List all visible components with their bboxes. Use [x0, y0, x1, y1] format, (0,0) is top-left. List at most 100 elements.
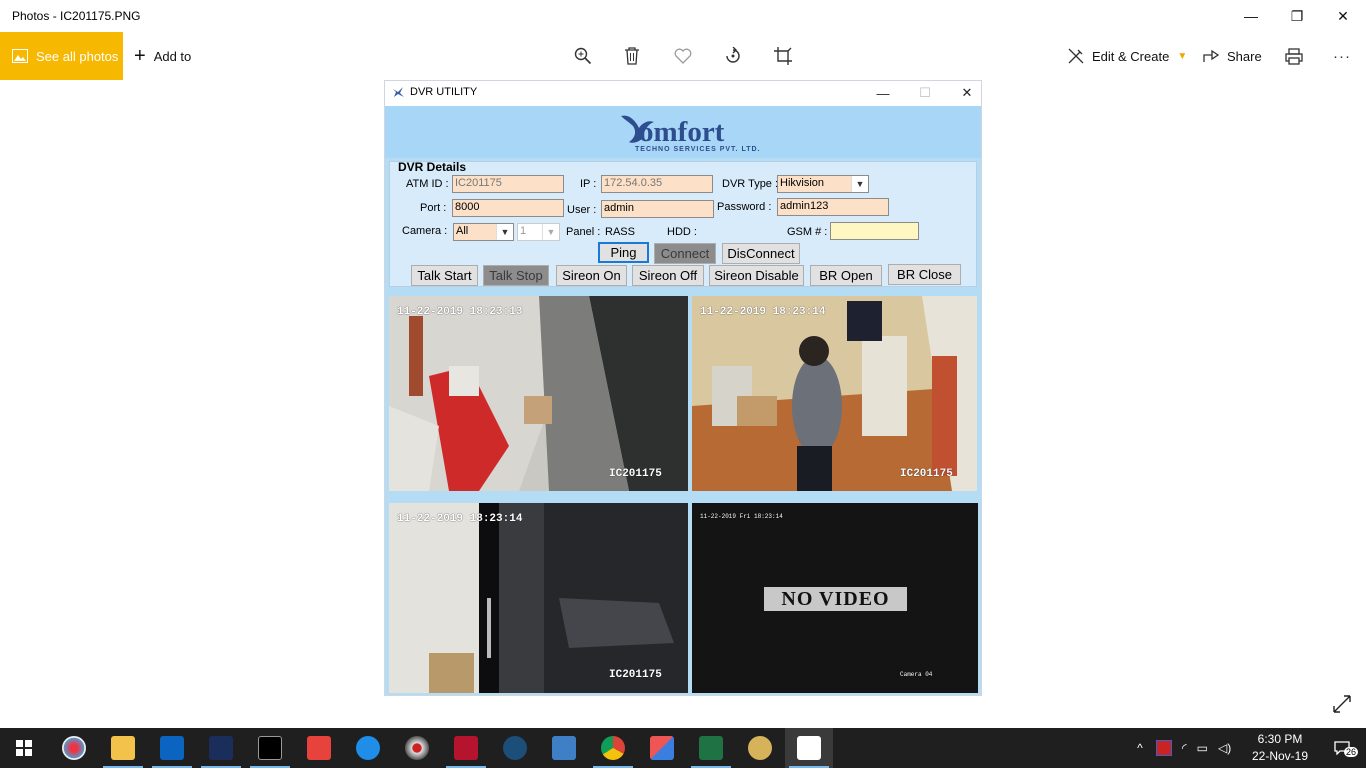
- battery-icon[interactable]: ▭: [1197, 741, 1208, 755]
- crop-icon[interactable]: [771, 44, 795, 68]
- full-screen-icon[interactable]: [1332, 694, 1352, 714]
- share-label: Share: [1227, 48, 1262, 64]
- talk-stop-button[interactable]: Talk Stop: [483, 265, 549, 286]
- dvr-type-select[interactable]: Hikvision ▼: [777, 175, 869, 193]
- taskbar-comfort-app[interactable]: [197, 728, 245, 768]
- taskbar: ^ ◜ ▭ ◁) 6:30 PM 22-Nov-19 26: [0, 728, 1366, 768]
- connect-button[interactable]: Connect: [654, 243, 716, 264]
- camera-1-image: [389, 296, 688, 491]
- panel-value: RASS: [605, 226, 635, 238]
- zoom-icon[interactable]: [571, 44, 595, 68]
- taskbar-clock[interactable]: 6:30 PM 22-Nov-19: [1244, 731, 1316, 765]
- favorite-icon[interactable]: [671, 44, 695, 68]
- taskbar-photos[interactable]: [785, 728, 833, 768]
- taskbar-eye-app[interactable]: [393, 728, 441, 768]
- volume-icon[interactable]: ◁): [1218, 741, 1231, 755]
- hdd-label: HDD :: [667, 226, 697, 238]
- comfort-logo: omfort TECHNO SERVICES PVT. LTD.: [619, 108, 769, 156]
- taskbar-outlook[interactable]: [148, 728, 196, 768]
- camera-feed-3[interactable]: 11-22-2019 18:23:14 IC201175: [389, 503, 688, 693]
- taskbar-command-prompt[interactable]: [246, 728, 294, 768]
- dvr-close-button[interactable]: ✕: [955, 83, 979, 103]
- dvr-maximize-button: ☐: [919, 85, 931, 100]
- taskbar-paint-app[interactable]: [50, 728, 98, 768]
- taskbar-chrome[interactable]: [589, 728, 637, 768]
- close-button[interactable]: ✕: [1320, 0, 1366, 32]
- camera-3-timestamp: 11-22-2019 18:23:14: [397, 513, 523, 525]
- dvr-details-title: DVR Details: [398, 160, 467, 174]
- dvr-minimize-button[interactable]: —: [871, 83, 895, 103]
- paint3d-icon: [748, 736, 772, 760]
- see-all-photos-button[interactable]: See all photos: [0, 32, 123, 80]
- photos-title-bar: Photos - IC201175.PNG — ❐ ✕: [0, 0, 1366, 32]
- internet-explorer-icon: [356, 736, 380, 760]
- chevron-down-icon: ▼: [1177, 50, 1188, 62]
- taskbar-anydesk[interactable]: [295, 728, 343, 768]
- chevron-up-icon[interactable]: ^: [1132, 741, 1148, 755]
- taskbar-app-16[interactable]: [442, 728, 490, 768]
- talk-start-button[interactable]: Talk Start: [411, 265, 478, 286]
- camera-4-label: Camera 04: [900, 671, 933, 678]
- camera-select[interactable]: All ▼: [453, 223, 514, 241]
- restore-button[interactable]: ❐: [1274, 0, 1320, 32]
- disconnect-button[interactable]: DisConnect: [722, 243, 800, 264]
- no-video-badge: NO VIDEO: [764, 587, 907, 611]
- camera-feed-1[interactable]: 11-22-2019 18:23:13 IC201175: [389, 296, 688, 491]
- folder-icon: [111, 736, 135, 760]
- password-field[interactable]: admin123: [777, 198, 889, 216]
- camera-number-value: 1: [520, 225, 527, 237]
- edit-create-icon: [1068, 48, 1084, 64]
- desktop-icon: [552, 736, 576, 760]
- user-label: User :: [567, 204, 597, 216]
- camera-feed-2[interactable]: 11-22-2019 18:23:14 IC201175: [692, 296, 977, 491]
- network-icon: [503, 736, 527, 760]
- port-field[interactable]: 8000: [452, 199, 564, 217]
- taskbar-paint3d[interactable]: [736, 728, 784, 768]
- share-button[interactable]: Share: [1203, 32, 1262, 80]
- camera-feed-4[interactable]: 11-22-2019 Fri 18:23:14 NO VIDEO Camera …: [692, 503, 978, 693]
- notification-center-button[interactable]: 26: [1318, 728, 1366, 768]
- camera-3-label: IC201175: [609, 669, 662, 681]
- ip-field[interactable]: 172.54.0.35: [601, 175, 713, 193]
- wifi-icon[interactable]: ◜: [1182, 741, 1187, 755]
- sireon-disable-button[interactable]: Sireon Disable: [709, 265, 804, 286]
- add-to-button[interactable]: + Add to: [134, 32, 191, 80]
- tray-app-icon[interactable]: [1156, 740, 1172, 756]
- paint-icon: [62, 736, 86, 760]
- camera-2-label: IC201175: [900, 468, 953, 480]
- more-options-button[interactable]: ···: [1330, 44, 1354, 68]
- atm-id-label: ATM ID :: [406, 178, 449, 190]
- edit-create-label: Edit & Create: [1092, 48, 1170, 64]
- minimize-button[interactable]: —: [1228, 0, 1274, 32]
- comfort-app-icon: [209, 736, 233, 760]
- start-button[interactable]: [0, 728, 48, 768]
- ping-button[interactable]: Ping: [598, 242, 649, 263]
- edit-create-button[interactable]: Edit & Create ▼: [1068, 32, 1187, 80]
- photos-icon: [12, 49, 28, 63]
- password-label: Password :: [717, 201, 772, 213]
- print-icon[interactable]: [1282, 44, 1306, 68]
- share-icon: [1203, 49, 1219, 62]
- camera-2-timestamp: 11-22-2019 18:23:14: [700, 306, 826, 318]
- logo-brand: omfort: [639, 116, 725, 148]
- photos-toolbar: See all photos + Add to Edit & Create ▼ …: [0, 32, 1366, 80]
- taskbar-desktop-app[interactable]: [540, 728, 588, 768]
- taskbar-excel[interactable]: [687, 728, 735, 768]
- rotate-icon[interactable]: [721, 44, 745, 68]
- chevron-down-icon: ▼: [542, 224, 559, 240]
- atm-id-field[interactable]: IC201175: [452, 175, 564, 193]
- taskbar-file-explorer[interactable]: [99, 728, 147, 768]
- windows-logo-icon: [16, 740, 32, 756]
- taskbar-network-app[interactable]: [491, 728, 539, 768]
- br-close-button[interactable]: BR Close: [888, 264, 961, 285]
- delete-icon[interactable]: [620, 44, 644, 68]
- taskbar-internet-explorer[interactable]: [344, 728, 392, 768]
- sireon-off-button[interactable]: Sireon Off: [632, 265, 704, 286]
- system-tray: ^ ◜ ▭ ◁): [1132, 728, 1231, 768]
- camera-1-label: IC201175: [609, 468, 662, 480]
- user-field[interactable]: admin: [601, 200, 714, 218]
- gsm-field[interactable]: [830, 222, 919, 240]
- taskbar-app-box[interactable]: [638, 728, 686, 768]
- sireon-on-button[interactable]: Sireon On: [556, 265, 627, 286]
- br-open-button[interactable]: BR Open: [810, 265, 882, 286]
